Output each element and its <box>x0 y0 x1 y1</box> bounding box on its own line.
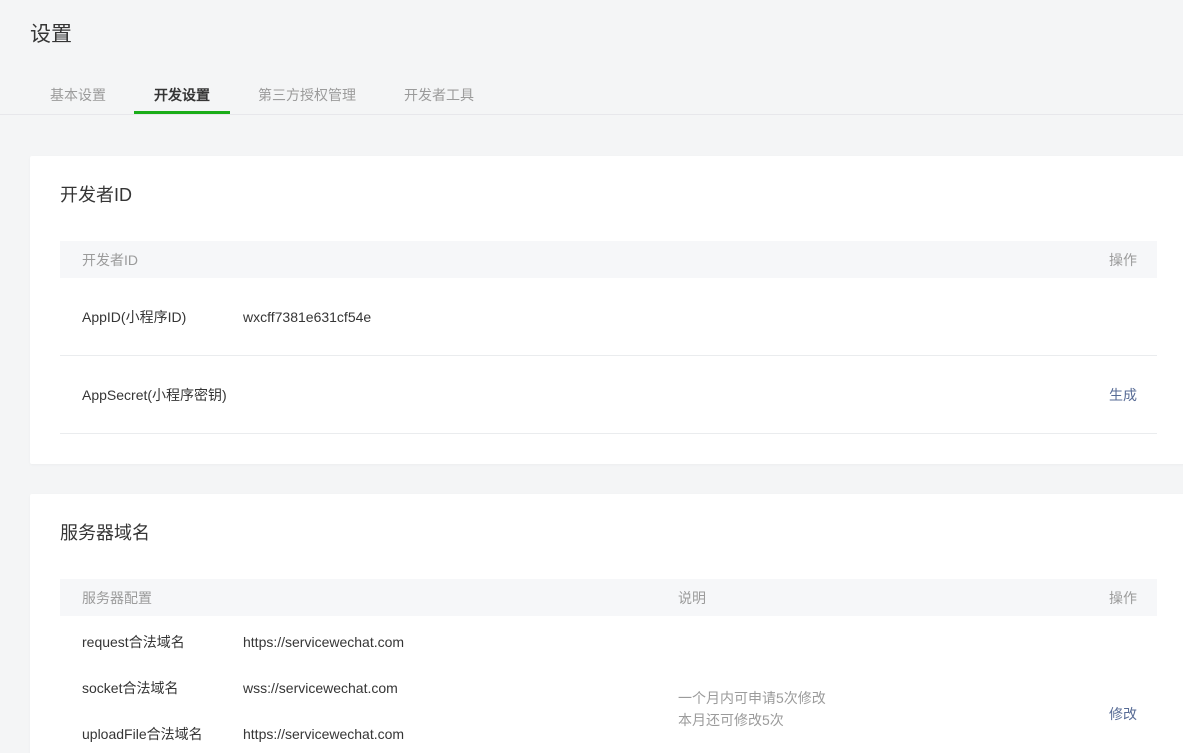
server-domain-table-header: 服务器配置 说明 操作 <box>60 579 1157 616</box>
developer-id-card: 开发者ID 开发者ID 操作 AppID(小程序ID) wxcff7381e63… <box>30 156 1183 464</box>
table-row-appsecret: AppSecret(小程序密钥) 生成 <box>60 356 1157 434</box>
table-row-socket-domain: socket合法域名 wss://servicewechat.com <box>82 665 678 711</box>
page-title: 设置 <box>0 0 1183 47</box>
table-row-appid: AppID(小程序ID) wxcff7381e631cf54e <box>60 278 1157 356</box>
uploadfile-domain-label: uploadFile合法域名 <box>82 724 243 744</box>
tab-developer-tools[interactable]: 开发者工具 <box>384 79 494 114</box>
settings-tab-bar: 基本设置 开发设置 第三方授权管理 开发者工具 <box>0 79 1183 115</box>
column-header-description: 说明 <box>678 588 1109 608</box>
modification-quota-description: 一个月内可申请5次修改 本月还可修改5次 <box>678 619 1109 753</box>
tab-development-settings[interactable]: 开发设置 <box>134 79 230 114</box>
column-header-server-config: 服务器配置 <box>82 588 678 608</box>
server-domain-table-body: request合法域名 https://servicewechat.com so… <box>60 616 1157 753</box>
socket-domain-value: wss://servicewechat.com <box>243 680 398 696</box>
column-header-developer-id: 开发者ID <box>82 250 1109 270</box>
appid-value: wxcff7381e631cf54e <box>243 309 1137 325</box>
request-domain-value: https://servicewechat.com <box>243 634 404 650</box>
table-row-request-domain: request合法域名 https://servicewechat.com <box>82 619 678 665</box>
domain-list: request合法域名 https://servicewechat.com so… <box>82 619 678 753</box>
quota-line-monthly-limit: 一个月内可申请5次修改 <box>678 687 1109 709</box>
server-domain-card-title: 服务器域名 <box>60 522 1157 544</box>
domain-operation-cell: 修改 <box>1109 619 1137 753</box>
table-row-uploadfile-domain: uploadFile合法域名 https://servicewechat.com <box>82 711 678 753</box>
server-domain-card: 服务器域名 服务器配置 说明 操作 request合法域名 https://se… <box>30 494 1183 753</box>
column-header-operation: 操作 <box>1109 588 1137 608</box>
appsecret-label: AppSecret(小程序密钥) <box>82 385 243 405</box>
tab-basic-settings[interactable]: 基本设置 <box>30 79 126 114</box>
tab-third-party-authorization[interactable]: 第三方授权管理 <box>238 79 376 114</box>
developer-id-card-title: 开发者ID <box>60 184 1157 206</box>
column-header-operation: 操作 <box>1109 250 1137 270</box>
appid-label: AppID(小程序ID) <box>82 307 243 327</box>
generate-appsecret-link[interactable]: 生成 <box>1109 385 1137 405</box>
modify-domains-link[interactable]: 修改 <box>1109 706 1137 722</box>
request-domain-label: request合法域名 <box>82 632 243 652</box>
uploadfile-domain-value: https://servicewechat.com <box>243 726 404 742</box>
developer-id-table-header: 开发者ID 操作 <box>60 241 1157 278</box>
quota-line-remaining: 本月还可修改5次 <box>678 709 1109 731</box>
socket-domain-label: socket合法域名 <box>82 678 243 698</box>
